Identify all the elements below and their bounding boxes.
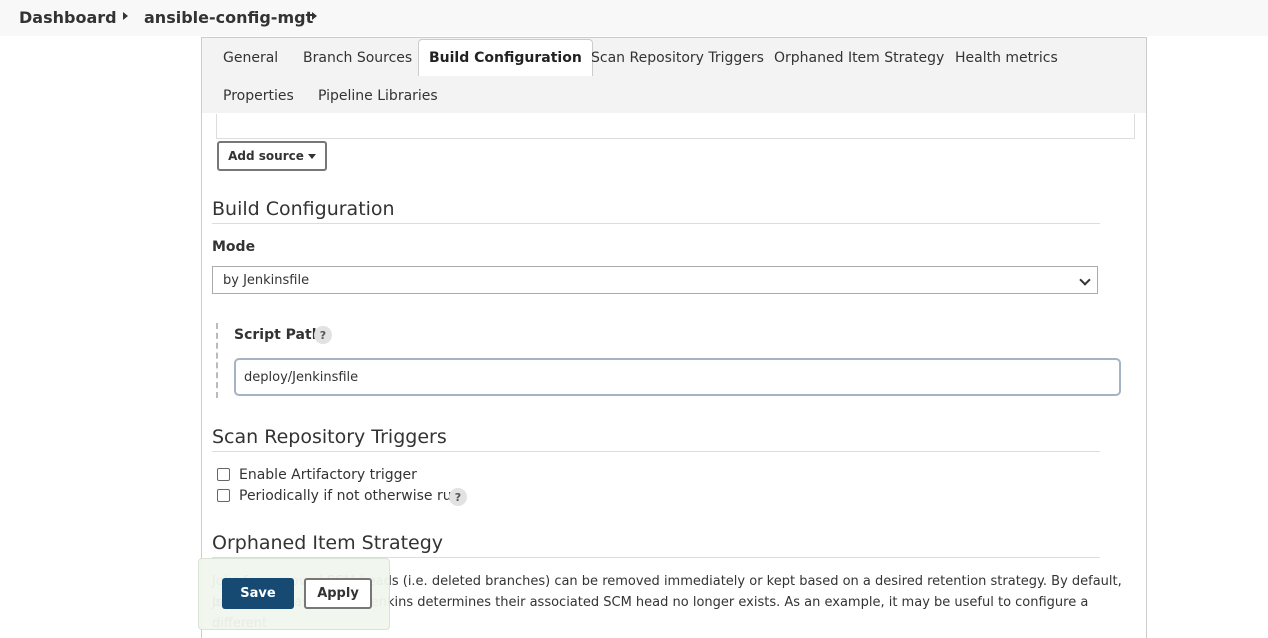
caret-down-icon [307, 153, 316, 159]
breadcrumb-separator-icon[interactable] [312, 12, 317, 20]
section-title-orphaned-item-strategy: Orphaned Item Strategy [212, 532, 444, 554]
nested-section-indicator [216, 323, 218, 398]
mode-select-value: by Jenkinsfile [223, 272, 310, 288]
mode-select[interactable]: by Jenkinsfile [212, 266, 1098, 294]
mode-label: Mode [212, 239, 256, 255]
tab-branch-sources[interactable]: Branch Sources [303, 50, 412, 66]
section-divider [212, 223, 1100, 224]
periodically-run-label[interactable]: Periodically if not otherwise run [239, 488, 460, 504]
tab-orphaned-item-strategy[interactable]: Orphaned Item Strategy [774, 50, 944, 66]
add-source-button[interactable]: Add source [217, 141, 327, 171]
script-path-label: Script Path [234, 327, 322, 343]
branch-sources-container [216, 114, 1135, 139]
tab-scan-repository-triggers[interactable]: Scan Repository Triggers [591, 50, 764, 66]
periodically-run-checkbox[interactable] [217, 489, 230, 502]
chevron-down-icon [1079, 274, 1091, 286]
save-button[interactable]: Save [222, 578, 294, 609]
script-path-input[interactable] [234, 358, 1121, 396]
breadcrumb-job[interactable]: ansible-config-mgt [144, 8, 313, 27]
add-source-label: Add source [228, 149, 304, 163]
apply-button[interactable]: Apply [304, 578, 372, 609]
tab-properties[interactable]: Properties [223, 88, 294, 104]
breadcrumb-separator-icon[interactable] [123, 12, 128, 20]
tab-general[interactable]: General [223, 50, 278, 66]
section-divider [212, 451, 1100, 452]
enable-artifactory-trigger-checkbox[interactable] [217, 468, 230, 481]
breadcrumb-dashboard[interactable]: Dashboard [19, 8, 117, 27]
enable-artifactory-trigger-label[interactable]: Enable Artifactory trigger [239, 467, 417, 483]
help-icon[interactable]: ? [449, 488, 467, 506]
section-title-build-configuration: Build Configuration [212, 198, 395, 220]
config-panel: General Branch Sources Build Configurati… [201, 37, 1147, 638]
tab-health-metrics[interactable]: Health metrics [955, 50, 1058, 66]
section-title-scan-repository-triggers: Scan Repository Triggers [212, 426, 447, 448]
config-tab-bar: General Branch Sources Build Configurati… [202, 38, 1146, 113]
tab-build-configuration[interactable]: Build Configuration [418, 39, 593, 76]
help-icon[interactable]: ? [314, 326, 332, 344]
breadcrumb: Dashboard ansible-config-mgt [0, 0, 1268, 36]
tab-pipeline-libraries[interactable]: Pipeline Libraries [318, 88, 438, 104]
